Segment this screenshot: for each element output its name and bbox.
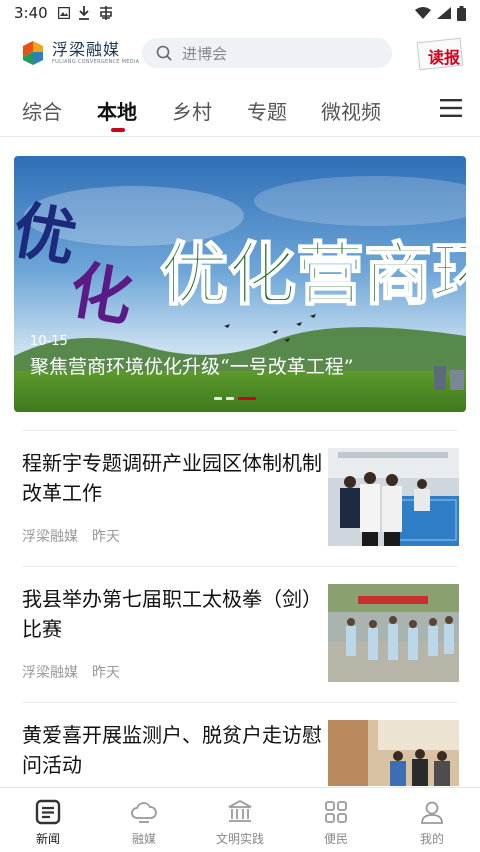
battery-icon bbox=[457, 5, 466, 21]
banner-date: 10-15 bbox=[30, 334, 68, 349]
building-icon bbox=[228, 799, 252, 822]
news-divider bbox=[22, 566, 458, 567]
header: 浮梁融媒 FULIANG CONVERGENCE MEDIA 进博会 读报 bbox=[0, 32, 480, 78]
tab-special[interactable]: 专题 bbox=[247, 96, 287, 125]
app-notification-icon bbox=[99, 6, 112, 20]
signal-icon bbox=[437, 7, 451, 19]
grid-icon bbox=[325, 801, 347, 823]
bottom-navigation: 新闻 融媒 文明实践 便民 我的 bbox=[0, 787, 480, 852]
nav-convergence-media-label: 融媒 bbox=[131, 832, 156, 846]
news-title: 黄爱喜开展监测户、脱贫户走访慰问活动 bbox=[22, 723, 322, 777]
section-divider bbox=[22, 430, 458, 431]
logo-mark-icon bbox=[23, 41, 43, 65]
search-placeholder: 进博会 bbox=[182, 44, 228, 63]
status-bar: 3:40 bbox=[0, 0, 480, 26]
banner-caption: 聚焦营商环境优化升级“一号改革工程” bbox=[30, 356, 354, 378]
tabs-divider bbox=[0, 136, 480, 137]
channel-tabs: 综合 本地 乡村 专题 微视频 bbox=[0, 88, 480, 134]
nav-profile[interactable]: 我的 bbox=[392, 798, 472, 847]
nav-convenience[interactable]: 便民 bbox=[296, 798, 376, 847]
news-title: 程新宇专题调研产业园区体制机制改革工作 bbox=[22, 451, 322, 505]
carousel-indicator bbox=[214, 397, 256, 400]
news-source: 浮梁融媒 bbox=[22, 529, 78, 545]
nav-convenience-label: 便民 bbox=[323, 832, 348, 846]
news-meta: 浮梁融媒 昨天 bbox=[22, 662, 120, 682]
news-time: 昨天 bbox=[92, 665, 120, 681]
app-logo[interactable]: 浮梁融媒 FULIANG CONVERGENCE MEDIA bbox=[20, 40, 139, 66]
banner-carousel[interactable]: 优 化 优化营商环境 10-15 聚焦营商环境优化升级“一号改革工程” bbox=[14, 156, 466, 412]
nav-civilization-practice-label: 文明实践 bbox=[215, 832, 264, 846]
image-notification-icon bbox=[57, 7, 70, 19]
news-icon bbox=[35, 799, 61, 825]
tab-rural[interactable]: 乡村 bbox=[172, 96, 212, 125]
wifi-icon bbox=[415, 7, 431, 19]
logo-text: 浮梁融媒 bbox=[52, 39, 121, 59]
logo-subtext: FULIANG CONVERGENCE MEDIA bbox=[52, 58, 140, 65]
nav-convergence-media[interactable]: 融媒 bbox=[104, 798, 184, 847]
person-icon bbox=[421, 801, 443, 824]
menu-icon[interactable] bbox=[440, 99, 462, 117]
download-icon bbox=[78, 6, 89, 20]
news-title: 我县举办第七届职工太极拳（剑）比赛 bbox=[22, 587, 322, 641]
nav-profile-label: 我的 bbox=[419, 832, 444, 846]
banner-image-text: 优化营商环境 bbox=[160, 235, 466, 315]
news-thumbnail bbox=[328, 448, 459, 546]
read-paper-button[interactable]: 读报 bbox=[416, 37, 464, 71]
status-time: 3:40 bbox=[14, 4, 48, 22]
search-bar[interactable]: 进博会 bbox=[142, 38, 392, 68]
nav-news[interactable]: 新闻 bbox=[8, 798, 88, 847]
tab-local[interactable]: 本地 bbox=[97, 96, 137, 125]
news-source: 浮梁融媒 bbox=[22, 665, 78, 681]
nav-civilization-practice[interactable]: 文明实践 bbox=[200, 798, 280, 847]
nav-news-label: 新闻 bbox=[35, 832, 60, 846]
news-time: 昨天 bbox=[92, 529, 120, 545]
news-thumbnail bbox=[328, 584, 459, 682]
cloud-icon bbox=[131, 802, 157, 823]
news-divider bbox=[22, 702, 458, 703]
news-meta: 浮梁融媒 昨天 bbox=[22, 526, 120, 546]
active-tab-indicator bbox=[111, 128, 125, 132]
tab-comprehensive[interactable]: 综合 bbox=[22, 96, 62, 125]
svg-text:化: 化 bbox=[64, 253, 138, 336]
news-thumbnail bbox=[328, 720, 459, 786]
search-icon bbox=[156, 45, 172, 61]
tab-micro-video[interactable]: 微视频 bbox=[321, 96, 381, 125]
read-paper-label: 读报 bbox=[428, 48, 461, 67]
